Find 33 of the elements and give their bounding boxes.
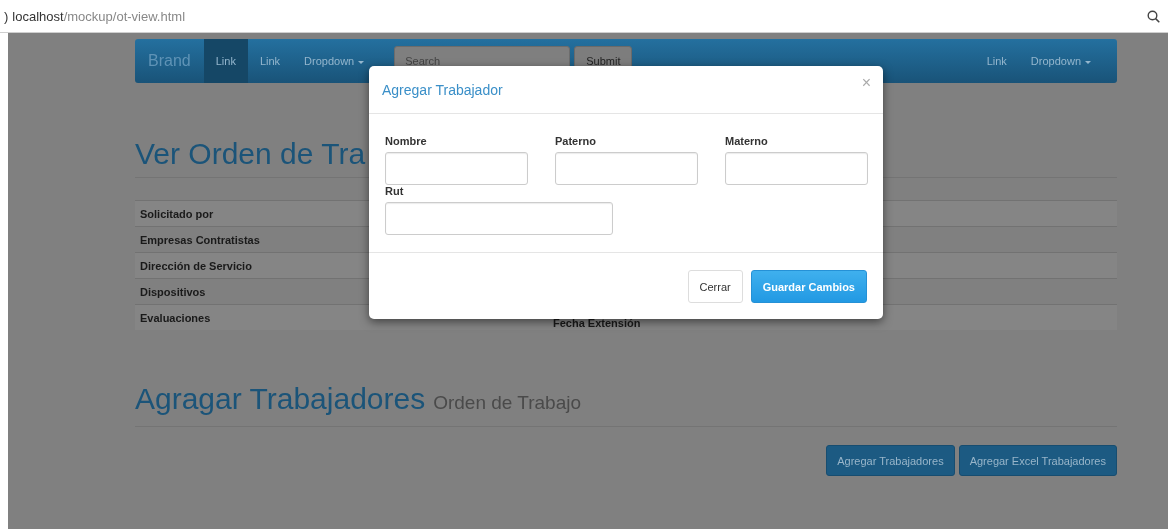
modal-title: Agregar Trabajador xyxy=(382,81,503,98)
row-value: Fecha Extensión xyxy=(553,317,641,329)
add-button[interactable]: Agregar Trabajadores xyxy=(826,445,955,476)
row-label: Dispositivos xyxy=(140,285,207,298)
search-icon[interactable] xyxy=(1147,9,1160,23)
close-button[interactable]: × xyxy=(861,74,871,92)
row-label: Solicitado por xyxy=(140,207,215,220)
add-button[interactable]: Agregar Excel Trabajadores xyxy=(958,445,1117,476)
field-label: Nombre xyxy=(385,135,428,147)
nav-link[interactable]: Link xyxy=(203,39,248,83)
section-title: Agragar Trabajadores xyxy=(135,382,426,416)
nav-link[interactable]: Link xyxy=(974,39,1019,83)
row-label: Empresas Contratistas xyxy=(140,233,261,246)
field-label: Materno xyxy=(725,135,769,147)
save-button[interactable]: Guardar Cambios xyxy=(750,270,867,303)
row-label: Evaluaciones xyxy=(140,311,212,324)
brand[interactable]: Brand xyxy=(135,39,204,83)
address-url[interactable]: localhost/mockup/ot-view.html xyxy=(12,8,186,24)
field-label: Rut xyxy=(385,185,405,197)
input-field[interactable] xyxy=(725,152,868,185)
cancel-button[interactable]: Cerrar xyxy=(687,270,743,303)
row-label: Dirección de Servicio xyxy=(140,259,253,272)
input-field[interactable] xyxy=(385,152,528,185)
nav-link[interactable]: Link xyxy=(247,39,293,83)
page-heading: Ver Orden de Tra xyxy=(135,137,366,172)
url-fragment: ) xyxy=(4,8,9,24)
nav-dropdown[interactable]: Dropdown xyxy=(292,39,377,83)
nav-dropdown[interactable]: Dropdown xyxy=(1018,39,1103,83)
caret-icon xyxy=(1085,60,1091,64)
input-field[interactable] xyxy=(385,202,613,235)
field-label: Paterno xyxy=(555,135,597,147)
input-field[interactable] xyxy=(555,152,698,185)
caret-icon xyxy=(358,60,365,64)
